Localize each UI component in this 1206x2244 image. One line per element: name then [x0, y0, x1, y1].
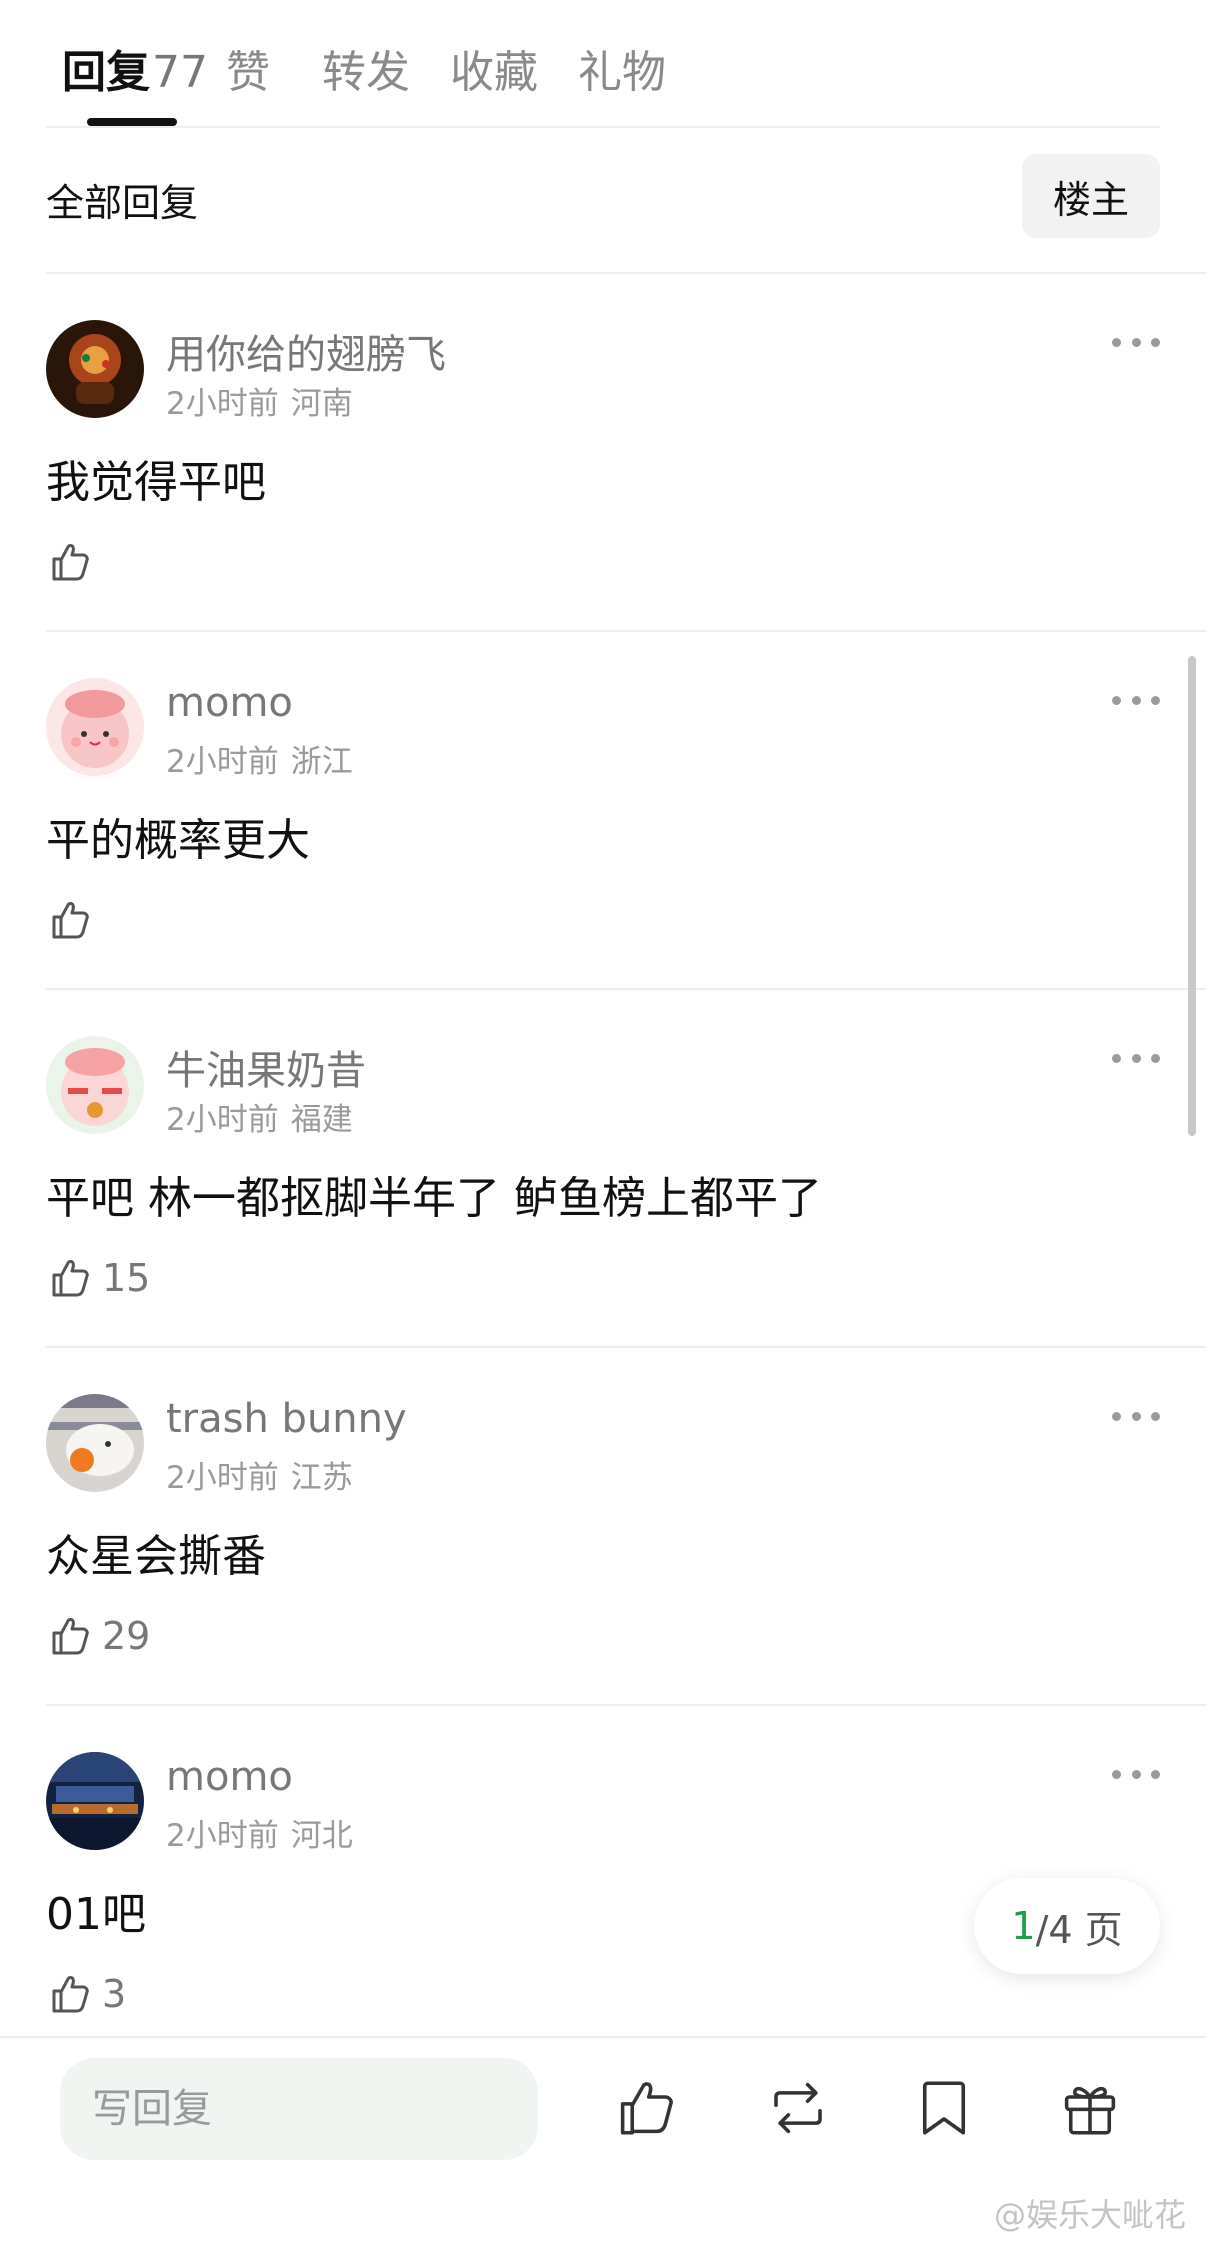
scrollbar[interactable]	[1188, 656, 1196, 1136]
like-count: 29	[102, 1614, 151, 1658]
repost-button[interactable]	[762, 2072, 834, 2144]
comment-meta: 2小时前 河北	[166, 1810, 353, 1855]
comment-meta: 2小时前 福建	[166, 1094, 353, 1139]
more-dots-icon[interactable]	[1112, 332, 1160, 352]
like-count: 15	[102, 1256, 151, 1300]
comment-location: 河南	[290, 386, 353, 422]
comment-text: 平吧 林一都抠脚半年了 鲈鱼榜上都平了	[46, 1173, 822, 1224]
comment-time: 2小时前	[166, 1818, 279, 1854]
comment-text: 众星会撕番	[46, 1531, 266, 1582]
page-indicator[interactable]: 1/4 页	[974, 1878, 1160, 1974]
watermark: @娱乐大呲花	[993, 2196, 1186, 2234]
comment-location: 江苏	[290, 1460, 353, 1496]
like-button[interactable]	[46, 894, 102, 946]
comment-meta: 2小时前 浙江	[166, 736, 353, 781]
thumbs-up-icon	[52, 902, 89, 939]
bottom-action-bar: @娱乐大呲花	[0, 2036, 1206, 2244]
thumbs-up-icon	[52, 1976, 89, 2013]
like-count: 3	[102, 1972, 127, 2016]
comment-item: trash bunny 2小时前 江苏 众星会撕番 29	[46, 1348, 1206, 1706]
filter-row: 全部回复 楼主	[46, 128, 1206, 274]
avatar[interactable]	[46, 1752, 144, 1850]
more-dots-icon[interactable]	[1112, 690, 1160, 710]
comment-time: 2小时前	[166, 1460, 279, 1496]
current-page: 1	[1011, 1904, 1036, 1948]
comment-meta: 2小时前 河南	[166, 378, 353, 423]
like-post-button[interactable]	[610, 2072, 682, 2144]
tab-bar: 回复77 赞 转发 收藏 礼物	[46, 0, 1160, 128]
tab-favorites[interactable]: 收藏	[450, 36, 538, 100]
gift-icon	[1064, 2086, 1116, 2135]
tab-replies[interactable]: 回复77	[62, 36, 208, 100]
comment-list: 用你给的翅膀飞 2小时前 河南 我觉得平吧 momo 2小时前 浙江 平的概率更大 …	[0, 274, 1206, 2064]
gift-button[interactable]	[1054, 2072, 1126, 2144]
tab-gifts[interactable]: 礼物	[578, 36, 666, 100]
reply-input[interactable]	[60, 2058, 538, 2160]
avatar[interactable]	[46, 1394, 144, 1492]
comment-location: 福建	[290, 1102, 353, 1138]
owner-only-button[interactable]: 楼主	[1022, 154, 1160, 238]
like-button[interactable]: 29	[46, 1610, 150, 1662]
comment-meta: 2小时前 江苏	[166, 1452, 353, 1497]
more-dots-icon[interactable]	[1112, 1764, 1160, 1784]
bookmark-icon	[922, 2081, 966, 2135]
tab-replies-label: 回复	[62, 47, 150, 98]
thumbs-up-icon	[52, 544, 89, 581]
active-tab-indicator	[87, 118, 177, 126]
username[interactable]: 用你给的翅膀飞	[166, 322, 446, 380]
avatar[interactable]	[46, 678, 144, 776]
thumbs-up-icon	[52, 1618, 89, 1655]
comment-time: 2小时前	[166, 386, 279, 422]
comment-item: momo 2小时前 浙江 平的概率更大	[46, 632, 1206, 990]
reply-count: 77	[152, 47, 208, 98]
like-button[interactable]: 3	[46, 1968, 126, 2020]
thumbs-up-icon	[52, 1260, 89, 1297]
comment-time: 2小时前	[166, 744, 279, 780]
comment-time: 2小时前	[166, 1102, 279, 1138]
username[interactable]: momo	[166, 680, 293, 726]
avatar[interactable]	[46, 320, 144, 418]
username[interactable]: momo	[166, 1754, 293, 1800]
username[interactable]: trash bunny	[166, 1396, 407, 1442]
repost-icon	[774, 2082, 822, 2134]
like-button[interactable]: 15	[46, 1252, 150, 1304]
avatar[interactable]	[46, 1036, 144, 1134]
all-replies-filter[interactable]: 全部回复	[46, 172, 198, 227]
thumbs-up-icon	[620, 2082, 673, 2135]
comment-item: 用你给的翅膀飞 2小时前 河南 我觉得平吧	[46, 274, 1206, 632]
comment-location: 河北	[290, 1818, 353, 1854]
favorite-button[interactable]	[908, 2072, 980, 2144]
comment-text: 01吧	[46, 1889, 146, 1940]
more-dots-icon[interactable]	[1112, 1406, 1160, 1426]
total-pages: /4 页	[1035, 1907, 1123, 1952]
like-button[interactable]	[46, 536, 102, 588]
more-dots-icon[interactable]	[1112, 1048, 1160, 1068]
comment-text: 我觉得平吧	[46, 457, 266, 508]
username[interactable]: 牛油果奶昔	[166, 1038, 366, 1096]
tab-reposts[interactable]: 转发	[322, 36, 410, 100]
tab-likes[interactable]: 赞	[226, 36, 270, 100]
comment-location: 浙江	[290, 744, 353, 780]
comment-item: 牛油果奶昔 2小时前 福建 平吧 林一都抠脚半年了 鲈鱼榜上都平了 15	[46, 990, 1206, 1348]
comment-text: 平的概率更大	[46, 815, 310, 866]
